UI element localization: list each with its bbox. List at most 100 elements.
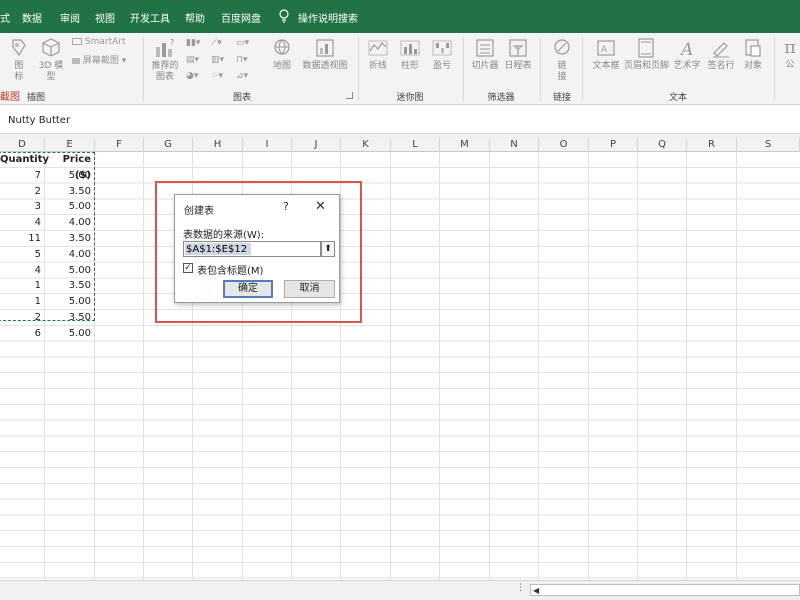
quantity-cell[interactable]: 6: [0, 326, 45, 342]
quantity-cell[interactable]: 4: [0, 215, 45, 231]
tab-format[interactable]: 式: [0, 10, 10, 25]
statistic-chart-button[interactable]: ▥▾: [211, 55, 224, 65]
signature-line-button[interactable]: 签名行: [705, 37, 737, 72]
quantity-cell[interactable]: 2: [0, 184, 45, 200]
column-header-f[interactable]: F: [95, 138, 144, 152]
recommended-charts-button[interactable]: ? 推荐的 图表: [149, 37, 181, 83]
header-cell-price[interactable]: Price ($): [45, 152, 95, 181]
formula-value[interactable]: Nutty Butter: [8, 115, 70, 126]
sparkline-column-button[interactable]: 柱形: [396, 37, 424, 72]
has-headers-checkbox[interactable]: ✓: [183, 263, 193, 273]
column-header-j[interactable]: J: [292, 138, 341, 152]
timeline-button[interactable]: 日程表: [503, 37, 533, 72]
price-cell[interactable]: 4.00: [45, 215, 95, 231]
price-cell[interactable]: 5.00: [45, 294, 95, 310]
combo-chart-button[interactable]: ⊿▾: [236, 71, 248, 81]
worksheet-grid[interactable]: Quantity Price ($) 7 5.00 2 3.50 3 5.00 …: [0, 152, 800, 580]
collapse-dialog-button[interactable]: ⬆: [321, 241, 335, 257]
column-header-o[interactable]: O: [539, 138, 589, 152]
quantity-cell[interactable]: 1: [0, 278, 45, 294]
waterfall-chart-button[interactable]: ⊓▾: [236, 55, 248, 65]
link-button[interactable]: 链 接: [549, 37, 575, 83]
ok-button[interactable]: 确定: [223, 280, 273, 298]
grid-line: [736, 152, 737, 580]
price-cell[interactable]: 5.00: [45, 326, 95, 342]
tab-review[interactable]: 审阅: [60, 10, 80, 25]
column-header-n[interactable]: N: [490, 138, 539, 152]
grid-line: [588, 152, 589, 580]
timeline-label: 日程表: [504, 61, 532, 71]
column-header-l[interactable]: L: [391, 138, 440, 152]
quantity-cell[interactable]: 4: [0, 263, 45, 279]
sparkline-line-label: 折线: [368, 61, 387, 71]
slicer-button[interactable]: 切片器: [470, 37, 500, 72]
quantity-cell[interactable]: 2: [0, 310, 45, 326]
maps-button[interactable]: 地图: [270, 37, 294, 72]
column-header-q[interactable]: Q: [638, 138, 687, 152]
line-chart-button[interactable]: ⟋▾: [211, 38, 222, 48]
price-cell[interactable]: 3.50: [45, 231, 95, 247]
sparkline-line-button[interactable]: 折线: [364, 37, 392, 72]
lightbulb-icon[interactable]: [278, 9, 290, 23]
column-header-d[interactable]: D: [0, 138, 45, 152]
sparkline-column-icon: [400, 40, 420, 56]
split-handle-icon[interactable]: ⋮: [516, 583, 525, 593]
equation-button[interactable]: π 公: [780, 37, 800, 71]
column-header-p[interactable]: P: [589, 138, 638, 152]
scroll-left-icon[interactable]: ◀: [533, 586, 539, 595]
quantity-cell[interactable]: 11: [0, 231, 45, 247]
horizontal-scrollbar[interactable]: ◀: [530, 584, 800, 596]
price-cell[interactable]: 5.00: [45, 199, 95, 215]
quantity-cell[interactable]: 3: [0, 199, 45, 215]
hierarchy-chart-button[interactable]: ▭▾: [236, 38, 249, 48]
cancel-button[interactable]: 取消: [284, 280, 335, 298]
close-icon[interactable]: ✕: [315, 199, 326, 214]
help-button[interactable]: ?: [283, 200, 289, 213]
column-header-k[interactable]: K: [341, 138, 391, 152]
quantity-cell[interactable]: 1: [0, 294, 45, 310]
column-header-i[interactable]: I: [243, 138, 292, 152]
formula-bar[interactable]: Nutty Butter: [0, 106, 800, 134]
tab-developer[interactable]: 开发工具: [130, 10, 170, 25]
price-cell[interactable]: 3.50: [45, 310, 95, 326]
price-cell[interactable]: 3.50: [45, 184, 95, 200]
column-header-m[interactable]: M: [440, 138, 490, 152]
signature-line-icon: [713, 42, 729, 58]
tell-me-search[interactable]: 操作说明搜索: [298, 10, 358, 25]
bar-chart-button[interactable]: ▤▾: [186, 55, 199, 65]
header-cell-quantity[interactable]: Quantity: [0, 152, 49, 168]
tab-view[interactable]: 视图: [95, 10, 115, 25]
price-cell[interactable]: 5.00: [45, 168, 95, 184]
column-header-r[interactable]: R: [687, 138, 737, 152]
column-chart-button[interactable]: ▮▮▾: [186, 38, 200, 48]
column-header-g[interactable]: G: [144, 138, 193, 152]
3d-models-button[interactable]: 3D 模 型: [38, 37, 64, 83]
charts-dialog-launcher[interactable]: [346, 92, 353, 99]
sparkline-winloss-button[interactable]: 盈亏: [428, 37, 456, 72]
grid-line: [439, 152, 440, 580]
smartart-button[interactable]: SmartArt: [72, 37, 126, 47]
quantity-cell[interactable]: 7: [0, 168, 45, 184]
scatter-chart-button[interactable]: ⁘▾: [211, 71, 223, 81]
price-cell[interactable]: 3.50: [45, 278, 95, 294]
icons-button[interactable]: 图 标: [8, 37, 30, 83]
quantity-cell[interactable]: 5: [0, 247, 45, 263]
price-cell[interactable]: 5.00: [45, 263, 95, 279]
header-footer-button[interactable]: 页眉和页脚: [624, 37, 669, 72]
textbox-button[interactable]: A 文本框: [589, 37, 623, 72]
column-header-e[interactable]: E: [45, 138, 95, 152]
pie-chart-button[interactable]: ◕▾: [186, 71, 198, 81]
tab-help[interactable]: 帮助: [185, 10, 205, 25]
tab-baidu-netdisk[interactable]: 百度网盘: [221, 10, 261, 25]
wordart-button[interactable]: A 艺术字: [672, 37, 702, 72]
object-button[interactable]: 对象: [740, 37, 766, 72]
group-label-text: 文本: [668, 93, 688, 103]
column-header-s[interactable]: S: [737, 138, 800, 152]
group-label-illustrations: 插图: [26, 93, 46, 103]
screenshot-button[interactable]: 屏幕截图 ▾: [72, 53, 126, 66]
pivot-chart-button[interactable]: 数据透视图: [300, 37, 350, 72]
column-header-h[interactable]: H: [193, 138, 243, 152]
source-range-input[interactable]: [183, 241, 321, 257]
tab-data[interactable]: 数据: [22, 10, 42, 25]
price-cell[interactable]: 4.00: [45, 247, 95, 263]
